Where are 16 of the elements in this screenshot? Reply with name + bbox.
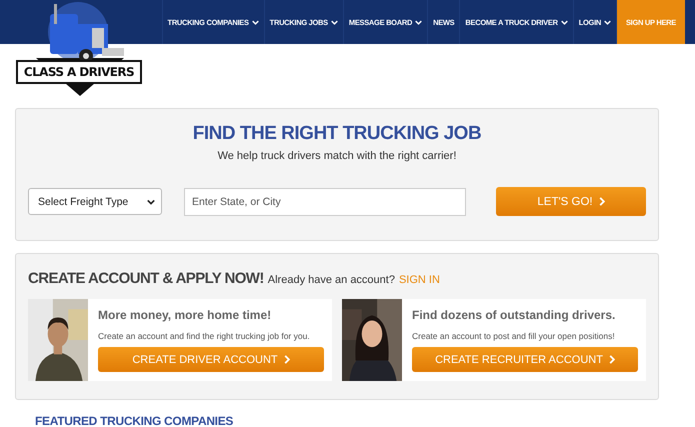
signup-title: CREATE ACCOUNT & APPLY NOW!: [28, 270, 264, 287]
card-text: Create an account to post and fill your open positions!: [412, 331, 616, 341]
search-title: FIND THE RIGHT TRUCKING JOB: [192, 123, 482, 145]
chevron-icon: [598, 197, 605, 206]
location-field[interactable]: Enter State, or City: [184, 188, 466, 216]
search-subtitle: We help truck drivers match with the right carrier!: [218, 150, 456, 162]
signin-prompt: Already have an account?: [268, 274, 395, 286]
card-heading: More money, more home time!: [98, 308, 272, 322]
chevron-icon: [608, 355, 615, 364]
freight-select[interactable]: Select Freight Type: [28, 188, 162, 215]
caret-icon: [147, 198, 155, 204]
card-heading: Find dozens of outstanding drivers.: [412, 308, 616, 322]
card-text: Create an account and find the right trucking job for you.: [98, 331, 311, 341]
logo-text: CLASS A DRIVERS: [16, 60, 142, 84]
featured-heading: FEATURED TRUCKING COMPANIES: [35, 414, 234, 427]
chevron-icon: [284, 355, 290, 364]
